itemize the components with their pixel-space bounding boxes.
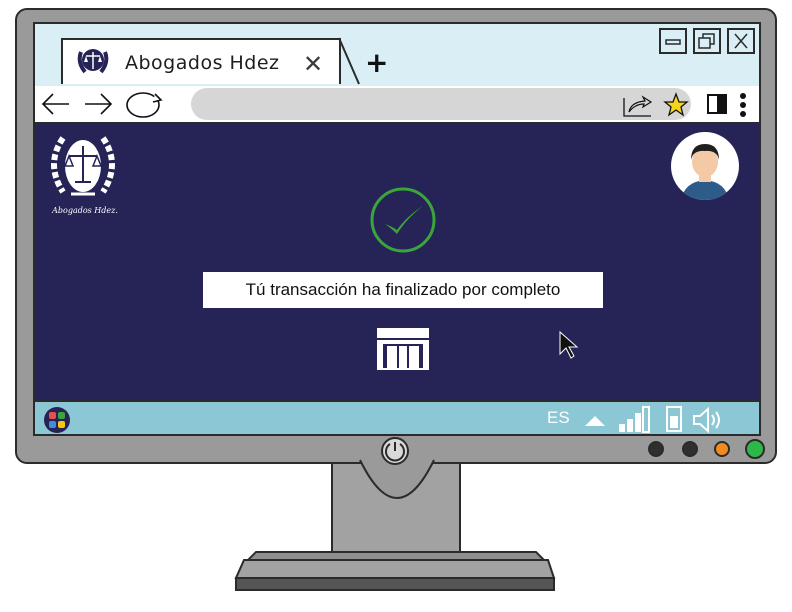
status-light-3 [714, 441, 730, 457]
tray-up-icon[interactable] [583, 412, 607, 428]
browser-titlebar: Abogados Hdez ✕ + [35, 24, 759, 88]
power-icon[interactable] [380, 436, 410, 466]
tab-close-icon[interactable]: ✕ [303, 50, 323, 78]
browser-navbar [35, 86, 759, 124]
bank-icon [377, 328, 429, 370]
user-avatar-icon[interactable] [669, 130, 741, 202]
share-icon[interactable] [621, 92, 655, 118]
volume-icon[interactable] [691, 406, 725, 434]
back-arrow-icon[interactable] [39, 90, 75, 118]
close-window-button[interactable] [727, 28, 755, 54]
battery-icon [666, 406, 682, 432]
new-tab-button[interactable]: + [365, 46, 388, 79]
forward-arrow-icon[interactable] [81, 90, 117, 118]
monitor-screen: Abogados Hdez ✕ + Abogados Hdez. Tú tran… [33, 22, 761, 436]
page-content: Abogados Hdez. Tú transacción ha finaliz… [35, 122, 759, 400]
transaction-message-box: Tú transacción ha finalizado por complet… [203, 272, 603, 308]
taskbar: ES [35, 400, 759, 434]
bookmark-star-icon[interactable] [663, 92, 689, 118]
logo-caption: Abogados Hdez. [52, 206, 118, 215]
restore-button[interactable] [693, 28, 721, 54]
check-circle-icon [370, 187, 436, 253]
minimize-button[interactable] [659, 28, 687, 54]
signal-icon [619, 406, 650, 433]
tab-title: Abogados Hdez [125, 52, 280, 74]
sidebar-icon[interactable] [705, 92, 729, 116]
restore-icon [698, 33, 715, 49]
minimize-icon [665, 39, 681, 45]
status-light-4 [745, 439, 765, 459]
mouse-cursor-icon [559, 330, 579, 359]
start-icon[interactable] [43, 406, 71, 434]
laurel-logo-icon [51, 136, 115, 196]
close-icon [734, 33, 748, 49]
transaction-message: Tú transacción ha finalizado por complet… [245, 280, 561, 299]
address-bar[interactable] [191, 88, 691, 120]
reload-icon[interactable] [123, 88, 167, 120]
tab-edge [338, 37, 360, 85]
status-light-2 [682, 441, 698, 457]
kebab-menu-icon[interactable] [735, 90, 751, 120]
tab-favicon-logo-icon [77, 49, 109, 74]
language-indicator[interactable]: ES [547, 408, 570, 428]
status-light-1 [648, 441, 664, 457]
